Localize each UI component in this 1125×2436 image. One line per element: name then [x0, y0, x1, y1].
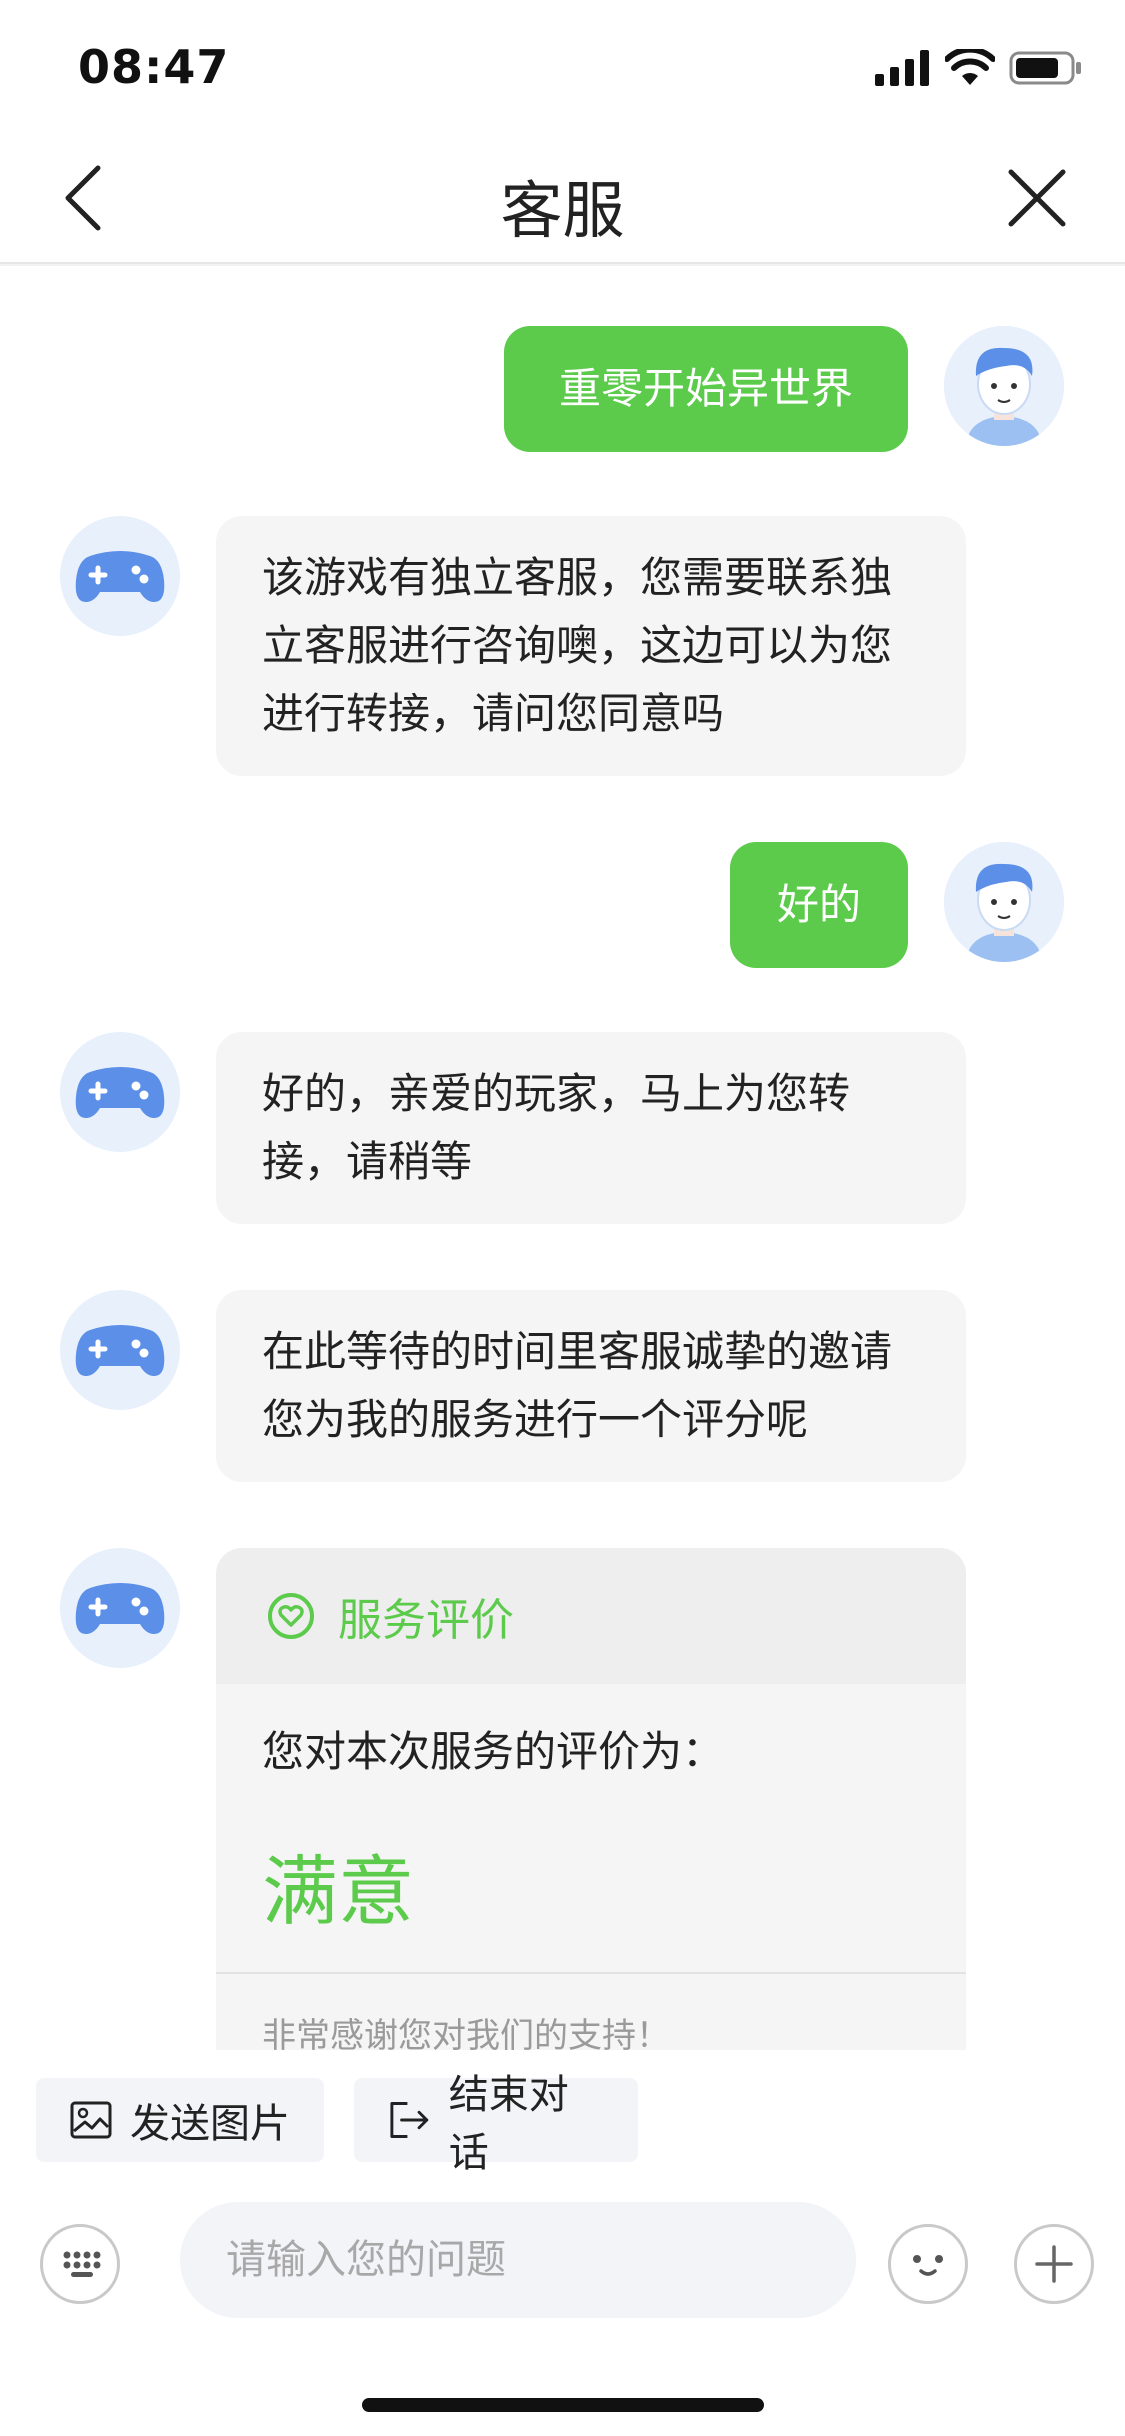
user-message-bubble[interactable]: 好的	[730, 842, 908, 968]
chat-area[interactable]: 重零开始异世界 该游戏有独立客服，您需要联系独立客服进行咨询噢，这边可以为您进行…	[0, 266, 1125, 2050]
user-avatar[interactable]	[944, 842, 1064, 962]
rating-thanks-text: 非常感谢您对我们的支持！	[262, 2016, 670, 2050]
battery-icon	[1009, 51, 1081, 85]
rating-value: 满意	[262, 1847, 414, 1936]
nav-bar: 客服	[0, 132, 1125, 264]
status-icons	[875, 48, 1083, 88]
user-message-text: 重零开始异世界	[558, 364, 853, 413]
emoji-icon	[913, 2255, 943, 2276]
message-input[interactable]	[180, 2202, 856, 2318]
image-icon	[70, 2101, 112, 2139]
rating-card-header: 服务评价	[216, 1548, 966, 1684]
more-button[interactable]	[1014, 2224, 1094, 2304]
input-row	[0, 2202, 1125, 2326]
rating-question: 您对本次服务的评价为：	[262, 1727, 725, 1776]
user-avatar-icon	[944, 326, 1064, 446]
send-image-button[interactable]: 发送图片	[36, 2078, 324, 2162]
bot-message-bubble[interactable]: 该游戏有独立客服，您需要联系独立客服进行咨询噢，这边可以为您进行转接，请问您同意…	[216, 516, 966, 776]
status-time: 08:47	[78, 40, 230, 94]
signal-icon	[875, 50, 929, 86]
bot-message-bubble[interactable]: 在此等待的时间里客服诚挚的邀请您为我的服务进行一个评分呢	[216, 1290, 966, 1482]
home-indicator	[362, 2398, 764, 2412]
end-chat-button[interactable]: 结束对话	[354, 2072, 638, 2176]
heart-icon	[268, 1593, 314, 1639]
bot-avatar[interactable]	[60, 1032, 180, 1152]
emoji-button[interactable]	[888, 2224, 968, 2304]
send-image-label: 发送图片	[130, 2101, 290, 2147]
exit-icon	[390, 2102, 429, 2138]
gamepad-icon	[75, 1325, 165, 1376]
bot-message-text: 在此等待的时间里客服诚挚的邀请您为我的服务进行一个评分呢	[262, 1327, 893, 1444]
gamepad-icon	[75, 1067, 165, 1118]
status-bar: 08:47	[0, 0, 1125, 132]
gamepad-icon	[75, 1583, 165, 1634]
plus-icon	[1035, 2245, 1073, 2283]
keyboard-icon	[63, 2251, 101, 2277]
end-chat-label: 结束对话	[448, 2072, 569, 2176]
user-message-text: 好的	[776, 880, 861, 929]
bot-avatar[interactable]	[60, 516, 180, 636]
bot-message-text: 好的，亲爱的玩家，马上为您转接，请稍等	[262, 1069, 851, 1186]
user-message-bubble[interactable]: 重零开始异世界	[504, 326, 908, 452]
close-icon[interactable]	[1005, 166, 1069, 230]
bot-message-text: 该游戏有独立客服，您需要联系独立客服进行咨询噢，这边可以为您进行转接，请问您同意…	[262, 553, 893, 738]
rating-card-title: 服务评价	[338, 1595, 514, 1646]
gamepad-icon	[75, 551, 165, 602]
user-avatar[interactable]	[944, 326, 1064, 446]
wifi-icon	[945, 49, 995, 85]
service-rating-card[interactable]: 服务评价 您对本次服务的评价为： 满意 非常感谢您对我们的支持！	[216, 1548, 966, 2050]
keyboard-button[interactable]	[40, 2224, 120, 2304]
page-title: 客服	[500, 174, 625, 247]
bot-message-bubble[interactable]: 好的，亲爱的玩家，马上为您转接，请稍等	[216, 1032, 966, 1224]
divider	[216, 1972, 966, 1974]
bot-avatar[interactable]	[60, 1548, 180, 1668]
user-avatar-icon	[944, 842, 1064, 962]
bottom-panel: 发送图片 结束对话	[0, 2050, 1125, 2436]
bot-avatar[interactable]	[60, 1290, 180, 1410]
